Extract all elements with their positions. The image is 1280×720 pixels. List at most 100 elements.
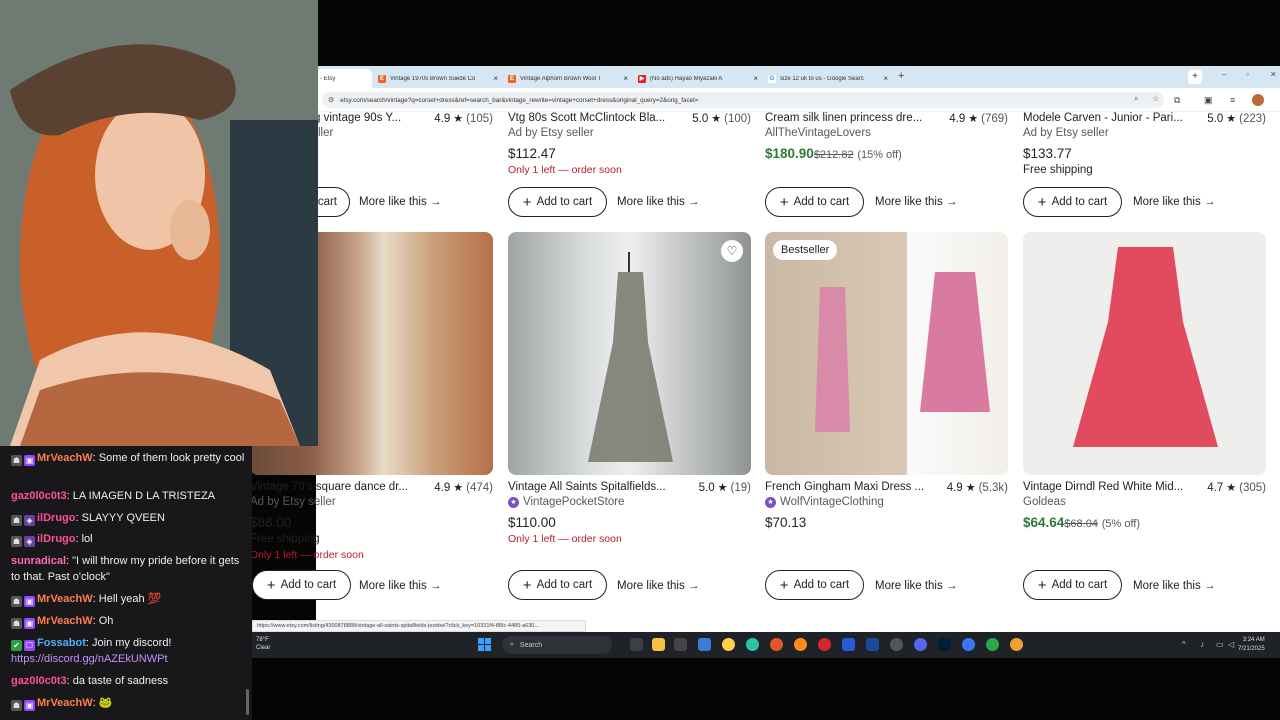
more-like-this-link[interactable]: More like this → [359, 196, 441, 208]
chat-username[interactable]: gaz0l0c0t3 [11, 490, 67, 502]
tab-alphorn-wool[interactable]: E Vintage Alphorn Brown Wool T × [504, 69, 632, 88]
taskbar-search[interactable]: ⌕ Search [502, 636, 612, 654]
chat-message: gaz0l0c0t3: LA IMAGEN D LA TRISTEZA [11, 488, 249, 504]
menu-icon[interactable]: ≡ [1230, 95, 1235, 105]
photoshop-icon[interactable] [938, 638, 951, 651]
app-icon[interactable] [698, 638, 711, 651]
chat-username[interactable]: MrVeachW [37, 615, 93, 627]
minimize-icon[interactable]: – [1222, 70, 1226, 79]
tab-suede-coat[interactable]: E Vintage 1970s Brown Suede Co × [374, 69, 502, 88]
favorite-heart-icon[interactable]: ♡ [721, 240, 743, 262]
omnibox[interactable]: ⚙ etsy.com/search/vintage?q=corset+dress… [322, 92, 1164, 108]
discord-icon[interactable] [914, 638, 927, 651]
chat-username[interactable]: gaz0l0c0t3 [11, 675, 67, 687]
close-window-icon[interactable]: ✕ [1270, 70, 1277, 79]
add-to-cart-button[interactable]: + Add to cart [1023, 570, 1122, 600]
tab-google-search[interactable]: G size 12 uk to us - Google Searc × [764, 69, 892, 88]
discord-link[interactable]: https://discord.gg/nAZEkUNWPt [11, 653, 168, 665]
add-to-cart-button[interactable]: + Add to cart [508, 570, 607, 600]
seller-name[interactable]: ★ WolfVintageClothing [765, 496, 884, 508]
task-view-icon[interactable] [630, 638, 643, 651]
product-title-row[interactable]: Vintage 70's square dance dr... 4.9 ★ (474… [250, 481, 493, 494]
app-icon[interactable] [962, 638, 975, 651]
reading-mode-icon[interactable]: ▣ [1204, 95, 1213, 106]
review-count: (769) [981, 112, 1008, 125]
dress-illustration [1073, 247, 1218, 447]
gift-badge-icon: ▣ [24, 700, 35, 711]
system-clock[interactable]: 3:24 AM 7/21/2025 [1238, 636, 1265, 654]
tray-chevron-icon[interactable]: ^ [1182, 640, 1186, 649]
add-to-cart-button[interactable]: + Add to cart [765, 187, 864, 217]
volume-icon[interactable]: ◁ [1228, 640, 1234, 649]
chrome-canary-icon[interactable] [986, 638, 999, 651]
chat-username[interactable]: MrVeachW [37, 452, 93, 464]
obs-icon[interactable] [890, 638, 903, 651]
add-to-cart-button[interactable]: + Add to cart [508, 187, 607, 217]
stock-note: Only 1 left — order soon [250, 549, 364, 561]
button-label: Add to cart [793, 579, 850, 591]
close-tab-icon[interactable]: × [883, 74, 888, 83]
tab-etsy-search[interactable]: - Etsy [316, 69, 372, 88]
zoom-icon[interactable]: ⌕ [1134, 94, 1138, 104]
extensions-icon[interactable]: ⧉ [1174, 95, 1180, 106]
firefox-icon[interactable] [794, 638, 807, 651]
close-tab-icon[interactable]: × [753, 74, 758, 83]
seller-name[interactable]: ller [318, 127, 333, 139]
more-like-this-link[interactable]: More like this → [1133, 196, 1215, 208]
microphone-icon[interactable]: ♪ [1200, 640, 1204, 649]
seller-name[interactable]: Goldeas [1023, 496, 1066, 508]
seller-name[interactable]: AllTheVintageLovers [765, 127, 871, 139]
product-title-row[interactable]: French Gingham Maxi Dress ... 4.9 ★ (5.3k) [765, 481, 1008, 494]
add-to-cart-button[interactable]: + Add to cart [765, 570, 864, 600]
file-explorer-icon[interactable] [652, 638, 665, 651]
product-title-row[interactable]: Vintage Dirndl Red White Mid... 4.7 ★ (305… [1023, 481, 1266, 494]
network-icon[interactable]: ▭ [1216, 640, 1224, 649]
more-like-this-link[interactable]: More like this → [875, 196, 957, 208]
close-tab-icon[interactable]: × [623, 74, 628, 83]
chat-username[interactable]: MrVeachW [37, 697, 93, 709]
more-like-this-link[interactable]: More like this → [617, 196, 699, 208]
seller-name[interactable]: Ad by Etsy seller [508, 127, 594, 139]
seller-name[interactable]: ★ VintagePocketStore [508, 496, 624, 508]
product-image[interactable] [1023, 232, 1266, 475]
sub-badge-icon: ◈ [24, 515, 35, 526]
product-title-row[interactable]: Vtg 80s Scott McClintock Bla... 5.0 ★ (100… [508, 112, 751, 125]
more-like-this-link[interactable]: More like this → [359, 580, 441, 592]
profile-avatar[interactable] [1252, 94, 1264, 106]
tab-search-icon[interactable]: + [1188, 70, 1202, 84]
add-to-cart-button[interactable]: + Add to cart [1023, 187, 1122, 217]
opera-icon[interactable] [818, 638, 831, 651]
new-tab-icon[interactable]: + [898, 70, 904, 82]
chat-username[interactable]: MrVeachW [37, 593, 93, 605]
chat-username[interactable]: Fossabot [37, 637, 86, 649]
chrome-icon[interactable] [722, 638, 735, 651]
seller-name[interactable]: Ad by Etsy seller [1023, 127, 1109, 139]
tab-youtube-miyazaki[interactable]: ▶ (No ads) Hayao Miyazaki A × [634, 69, 762, 88]
product-title-row[interactable]: Modele Carven - Junior - Pari... 5.0 ★ (22… [1023, 112, 1266, 125]
seller-name[interactable]: Ad by Etsy seller [250, 496, 336, 508]
edge-icon[interactable] [746, 638, 759, 651]
chat-username[interactable]: ilDrugo [37, 512, 76, 524]
product-image[interactable]: ♡ [508, 232, 751, 475]
more-like-this-link[interactable]: More like this → [617, 580, 699, 592]
steam-icon[interactable] [866, 638, 879, 651]
calculator-icon[interactable] [674, 638, 687, 651]
product-title-row[interactable]: Cream silk linen princess dre... 4.9 ★ (76… [765, 112, 1008, 125]
bookmark-star-icon[interactable]: ☆ [1152, 94, 1159, 103]
weather-widget[interactable]: 78°F Clear [256, 636, 270, 652]
maximize-icon[interactable]: ▫ [1246, 70, 1249, 79]
more-like-this-link[interactable]: More like this → [875, 580, 957, 592]
product-title-row[interactable]: Vintage All Saints Spitalfields... 5.0 ★(… [508, 481, 751, 494]
app-icon[interactable] [842, 638, 855, 651]
brave-icon[interactable] [770, 638, 783, 651]
product-image[interactable]: Bestseller [765, 232, 1008, 475]
windows-start-icon[interactable] [478, 638, 491, 651]
chat-username[interactable]: ilDrugo [37, 533, 76, 545]
chat-scrollbar[interactable] [246, 689, 249, 715]
add-to-cart-button[interactable]: + Add to cart [252, 570, 351, 600]
chat-username[interactable]: sunradical [11, 555, 66, 567]
more-like-this-link[interactable]: More like this → [1133, 580, 1215, 592]
chrome-active-icon[interactable] [1010, 638, 1023, 651]
close-tab-icon[interactable]: × [493, 74, 498, 83]
site-info-icon[interactable]: ⚙ [328, 96, 334, 104]
